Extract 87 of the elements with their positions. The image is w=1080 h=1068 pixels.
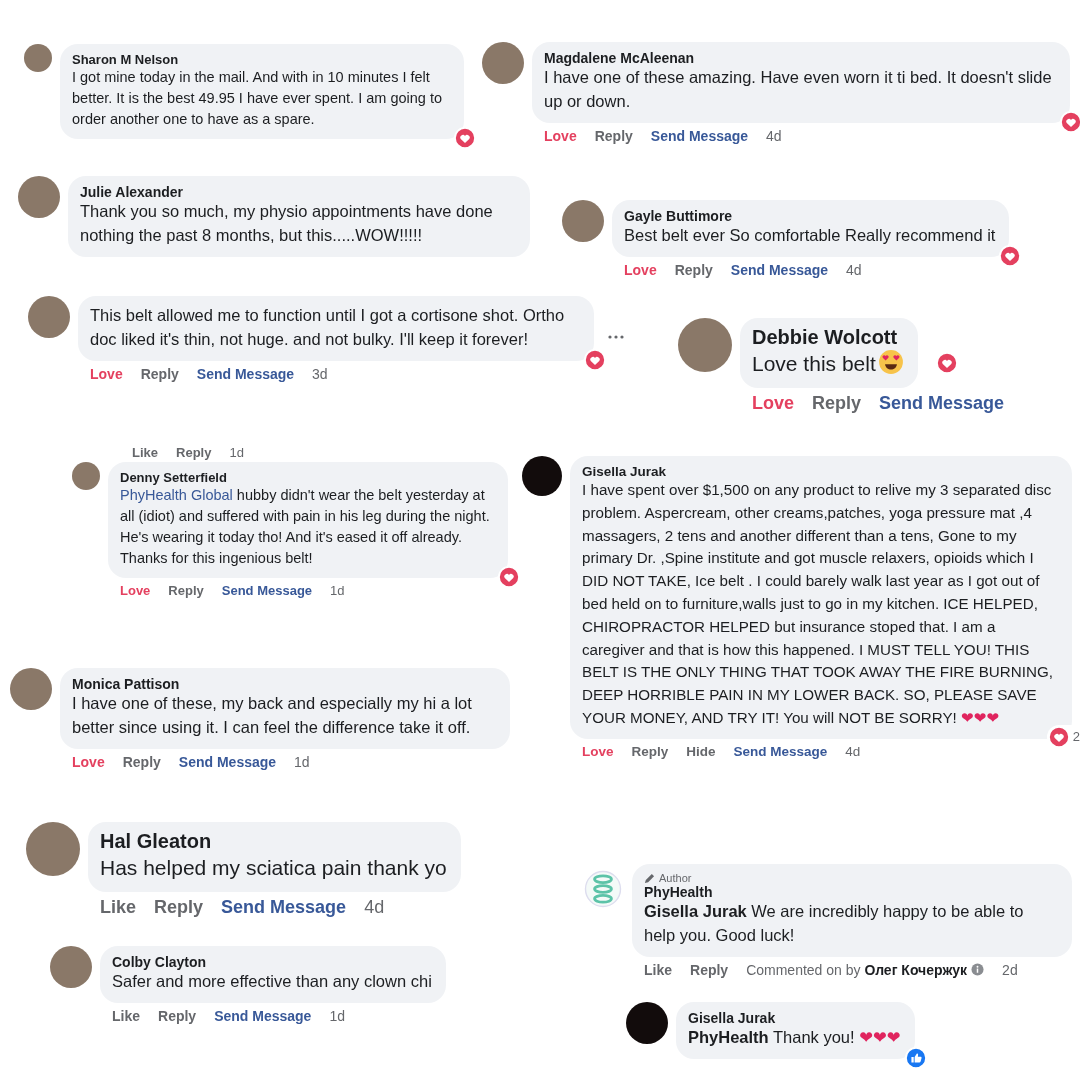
reaction-count: 2 xyxy=(1046,724,1080,749)
action-link[interactable]: Reply xyxy=(140,365,179,382)
avatar xyxy=(10,668,52,710)
timestamp: 4d xyxy=(846,261,862,278)
send-message-link[interactable]: Send Message xyxy=(196,365,295,382)
timestamp: 1d xyxy=(294,753,310,770)
action-link[interactable]: Reply xyxy=(674,261,713,278)
love-link[interactable]: Love xyxy=(72,753,105,770)
avatar xyxy=(626,1002,668,1044)
action-link[interactable]: Like xyxy=(132,445,158,460)
comment-text: Love this belt xyxy=(752,349,904,380)
comment-text: Thank you so much, my physio appointments have done nothing the past 8 months, but this.....WOW!!!!! xyxy=(80,201,494,246)
spine-logo-icon xyxy=(582,868,624,910)
mention-link[interactable]: PhyHealth Global xyxy=(120,487,233,503)
love-link[interactable]: Love xyxy=(582,743,614,759)
commenter-name[interactable]: Colby Clayton xyxy=(112,954,432,970)
commenter-name[interactable]: Monica Pattison xyxy=(72,676,496,692)
heart-eyes-emoji-icon xyxy=(877,349,904,375)
action-link[interactable]: Like xyxy=(644,961,672,978)
comment-text: I have one of these, my back and especially my hi a lot better since using it. I can feel the difference take it off. xyxy=(72,693,473,738)
comment-text: Gisella Jurak We are incredibly happy to be able to help you. Good luck! xyxy=(644,901,1025,946)
avatar xyxy=(24,44,52,72)
comment-text: I have one of these amazing. Have even worn it ti bed. It doesn't slide up or down. xyxy=(544,67,1053,112)
timestamp: 3d xyxy=(312,365,328,382)
action-link[interactable]: Reply xyxy=(812,393,862,415)
commenter-name[interactable]: Julie Alexander xyxy=(80,184,516,200)
comment-text: Safer and more effective than any clown chi xyxy=(112,971,432,992)
avatar xyxy=(72,462,100,490)
avatar xyxy=(26,822,80,876)
comment-text: PhyHealth Global hubby didn't wear the belt yesterday at all (idiot) and suffered with pain in his leg during the night. He's wearing it today tho! And it's eased it off already. Thanks for this ingenious belt! xyxy=(120,486,491,569)
commented-by-note: Commented on by Олег Кочержук xyxy=(746,961,968,978)
send-message-link[interactable]: Send Message xyxy=(730,261,829,278)
love-link[interactable]: Love xyxy=(90,365,123,382)
love-link[interactable]: Love xyxy=(624,261,657,278)
avatar xyxy=(50,946,92,988)
send-message-link[interactable]: Send Message xyxy=(879,393,1005,415)
avatar xyxy=(522,456,562,496)
timestamp: 4d xyxy=(845,743,861,759)
send-message-link[interactable]: Send Message xyxy=(221,897,347,919)
avatar xyxy=(18,176,60,218)
send-message-link[interactable]: Send Message xyxy=(650,127,749,144)
timestamp: 1d xyxy=(329,1007,345,1024)
action-link[interactable]: Reply xyxy=(631,743,669,759)
comment-text: This belt allowed me to function until I got a cortisone shot. Ortho doc liked it's thin, not huge. and not bulky. I'll keep it forever! xyxy=(90,305,566,350)
send-message-link[interactable]: Send Message xyxy=(221,583,313,599)
love-link[interactable]: Love xyxy=(544,127,577,144)
commenter-name[interactable]: Sharon M Nelson xyxy=(72,52,450,67)
timestamp: 4d xyxy=(364,897,385,919)
avatar xyxy=(678,318,732,372)
timestamp: 2d xyxy=(1002,961,1018,978)
timestamp: 1d xyxy=(229,445,244,460)
timestamp: 1d xyxy=(330,583,345,599)
love-link[interactable]: Love xyxy=(752,393,794,415)
action-link[interactable]: Reply xyxy=(122,753,161,770)
avatar xyxy=(482,42,524,84)
commenter-name[interactable]: Denny Setterfield xyxy=(120,470,494,485)
send-message-link[interactable]: Send Message xyxy=(214,1007,312,1024)
commenter-name[interactable]: Magdalene McAleenan xyxy=(544,50,1056,66)
comment-text: I got mine today in the mail. And with in 10 minutes I felt better. It is the best 49.95 I have ever spent. I am going to order another one to have as a spare. xyxy=(72,68,443,130)
action-link[interactable]: Reply xyxy=(690,961,729,978)
comment-text: Best belt ever So comfortable Really recommend it xyxy=(624,225,996,246)
action-link[interactable]: Reply xyxy=(154,897,204,919)
action-link[interactable]: Reply xyxy=(158,1007,197,1024)
pencil-icon xyxy=(644,872,655,884)
avatar xyxy=(28,296,70,338)
commenter-name[interactable]: Gayle Buttimore xyxy=(624,208,996,224)
author-label: Author xyxy=(659,872,692,884)
action-link[interactable]: Reply xyxy=(594,127,633,144)
commenter-name[interactable]: PhyHealth xyxy=(644,884,1058,900)
love-link[interactable]: Love xyxy=(120,583,151,599)
send-message-link[interactable]: Send Message xyxy=(733,743,828,759)
avatar xyxy=(562,200,604,242)
action-link[interactable]: Hide xyxy=(686,743,716,759)
action-link[interactable]: Reply xyxy=(176,445,212,460)
send-message-link[interactable]: Send Message xyxy=(178,753,277,770)
comment-text: Has helped my sciatica pain thank yo xyxy=(100,855,447,881)
commenter-name[interactable]: Gisella Jurak xyxy=(582,464,1058,479)
action-link[interactable]: Like xyxy=(100,897,137,919)
commenter-name[interactable]: Gisella Jurak xyxy=(688,1010,901,1026)
action-link[interactable]: Reply xyxy=(168,583,204,599)
comment-text: PhyHealth Thank you! ❤❤❤ xyxy=(688,1027,901,1048)
commenter-name[interactable]: Debbie Wolcott xyxy=(752,326,904,349)
more-icon xyxy=(607,334,625,340)
info-icon xyxy=(971,963,985,977)
commenter-name[interactable]: Hal Gleaton xyxy=(100,830,447,853)
timestamp: 4d xyxy=(766,127,782,144)
action-link[interactable]: Like xyxy=(112,1007,140,1024)
